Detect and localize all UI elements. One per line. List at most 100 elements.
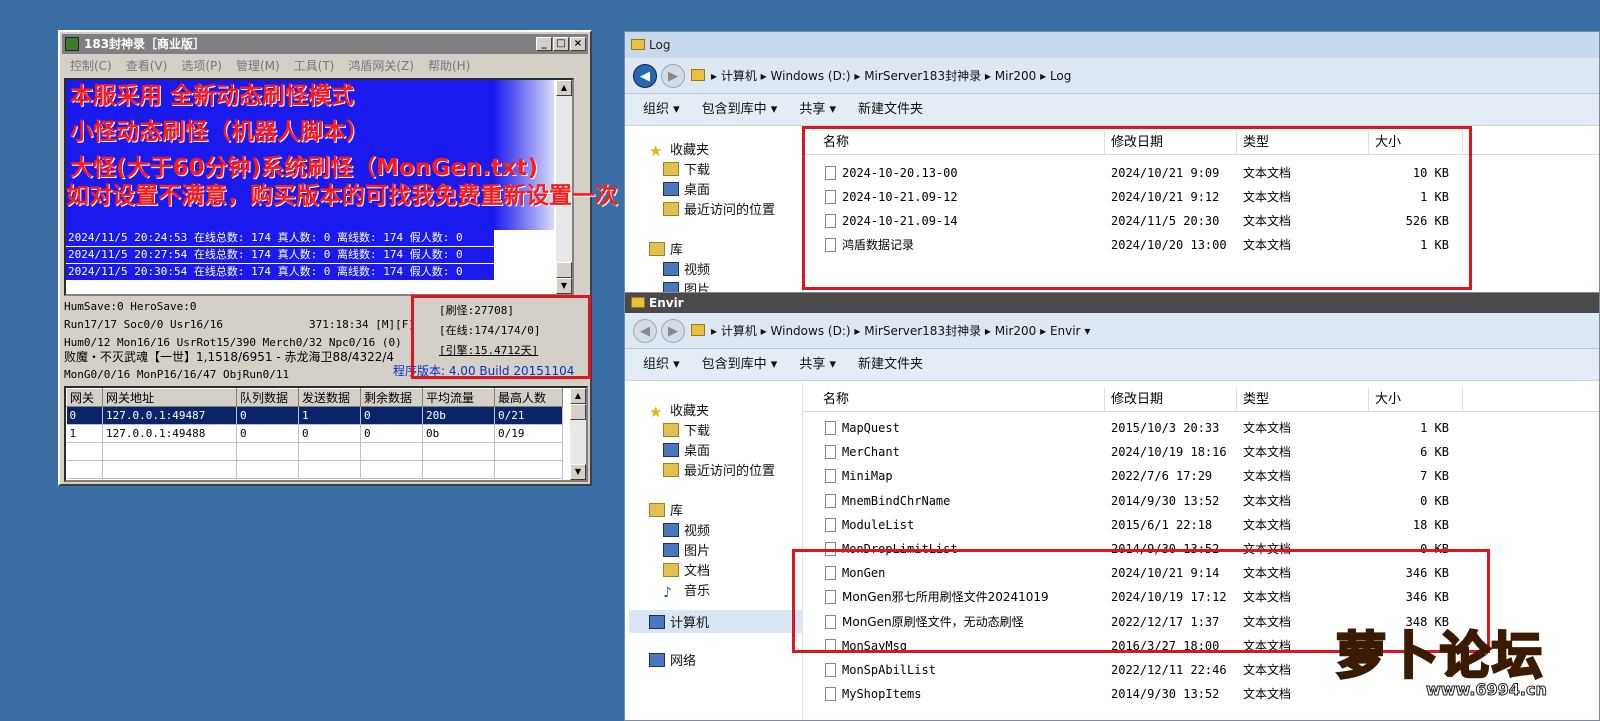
scroll-down-button[interactable]: ▼: [556, 278, 572, 294]
col-sent[interactable]: 发送数据: [298, 388, 361, 407]
star-icon: ★: [649, 403, 663, 421]
col-avg-traffic[interactable]: 平均流量: [422, 388, 495, 407]
crumb-drive[interactable]: Windows (D:): [771, 324, 851, 338]
forum-logo: 萝卜论坛 www.6994.cn: [1335, 612, 1558, 710]
col-size[interactable]: 大小: [1369, 388, 1463, 412]
crumb-server[interactable]: MirServer183封神录: [864, 69, 981, 83]
col-max-users[interactable]: 最高人数: [494, 388, 563, 407]
menu-options[interactable]: 选项(P): [181, 56, 222, 76]
col-address[interactable]: 网关地址: [102, 388, 237, 407]
col-date[interactable]: 修改日期: [1105, 388, 1237, 412]
server-window: 183封神录［商业版］ _ □ × 控制(C) 查看(V) 选项(P) 管理(M…: [58, 30, 592, 486]
share-button[interactable]: 共享 ▾: [799, 349, 836, 380]
app-icon: [65, 37, 79, 51]
maximize-button[interactable]: □: [553, 37, 569, 51]
crumb-drive[interactable]: Windows (D:): [771, 69, 851, 83]
envir-toolbar: 组织 ▾ 包含到库中 ▾ 共享 ▾ 新建文件夹: [625, 349, 1599, 381]
share-button[interactable]: 共享 ▾: [799, 94, 836, 125]
table-row[interactable]: 0 127.0.0.1:49487 0 1 0 20b 0/21: [66, 406, 563, 425]
back-button[interactable]: ◀: [633, 64, 657, 88]
col-remaining[interactable]: 剩余数据: [360, 388, 423, 407]
menu-view[interactable]: 查看(V): [126, 56, 168, 76]
nav-network[interactable]: 网络: [649, 650, 696, 669]
table-scrollbar[interactable]: ▲ ▼: [570, 388, 586, 480]
crumb-mir200[interactable]: Mir200: [995, 324, 1037, 338]
crumb-envir[interactable]: Envir: [1050, 324, 1081, 338]
crumb-computer[interactable]: 计算机: [721, 69, 757, 83]
text-file-icon: [825, 469, 836, 484]
include-library-button[interactable]: 包含到库中 ▾: [702, 349, 778, 380]
nav-downloads[interactable]: 下载: [663, 420, 710, 439]
minimize-button[interactable]: _: [536, 37, 552, 51]
include-library-button[interactable]: 包含到库中 ▾: [702, 94, 778, 125]
col-queue[interactable]: 队列数据: [236, 388, 299, 407]
back-button[interactable]: ◀: [633, 319, 657, 343]
organize-button[interactable]: 组织 ▾: [643, 94, 680, 125]
nav-music[interactable]: ♪ 音乐: [663, 580, 710, 600]
nav-desktop[interactable]: 桌面: [663, 440, 710, 459]
log-title-bar[interactable]: Log: [625, 32, 1599, 58]
desktop-icon: [663, 182, 679, 196]
crumb-mir200[interactable]: Mir200: [995, 69, 1037, 83]
nav-videos[interactable]: 视频: [663, 520, 710, 539]
list-item[interactable]: MerChant 2024/10/19 18:16 文本文档 6 KB: [803, 440, 1599, 464]
list-item[interactable]: MnemBindChrName 2014/9/30 13:52 文本文档 0 KB: [803, 489, 1599, 513]
music-icon: ♪: [663, 585, 672, 601]
log-line: 2024/11/5 20:27:54 在线总数: 174 真人数: 0 离线数:…: [66, 247, 494, 263]
col-type[interactable]: 类型: [1237, 388, 1369, 412]
nav-recent[interactable]: 最近访问的位置: [663, 199, 775, 218]
nav-libraries[interactable]: 库: [649, 239, 683, 258]
envir-window-title: Envir: [649, 296, 684, 310]
menu-help[interactable]: 帮助(H): [428, 56, 470, 76]
server-title: 183封神录［商业版］: [84, 37, 206, 51]
col-name[interactable]: 名称: [817, 388, 1105, 412]
menu-gateway[interactable]: 鸿盾网关(Z): [348, 56, 414, 76]
nav-downloads[interactable]: 下载: [663, 159, 710, 178]
nav-favorites[interactable]: ★ 收藏夹: [649, 139, 709, 159]
breadcrumb[interactable]: ▸ 计算机 ▸ Windows (D:) ▸ MirServer183封神录 ▸…: [711, 64, 1599, 88]
col-gateway[interactable]: 网关: [66, 388, 103, 407]
menu-manage[interactable]: 管理(M): [236, 56, 280, 76]
nav-computer[interactable]: 计算机: [629, 610, 803, 633]
crumb-server[interactable]: MirServer183封神录: [864, 324, 981, 338]
menu-control[interactable]: 控制(C): [70, 56, 112, 76]
close-button[interactable]: ×: [570, 37, 586, 51]
forward-button[interactable]: ▶: [661, 319, 685, 343]
breadcrumb[interactable]: ▸ 计算机 ▸ Windows (D:) ▸ MirServer183封神录 ▸…: [711, 319, 1599, 343]
scroll-thumb[interactable]: [570, 404, 586, 420]
organize-button[interactable]: 组织 ▾: [643, 349, 680, 380]
stat-line: Hum0/12 Mon16/16 UsrRot15/390 Merch0/32 …: [64, 336, 402, 349]
video-icon: [663, 523, 679, 537]
new-folder-button[interactable]: 新建文件夹: [858, 349, 923, 380]
nav-pictures[interactable]: 图片: [663, 279, 710, 292]
nav-videos[interactable]: 视频: [663, 259, 710, 278]
list-item[interactable]: MiniMap 2022/7/6 17:29 文本文档 7 KB: [803, 464, 1599, 488]
menu-tools[interactable]: 工具(T): [294, 56, 335, 76]
stats-highlight-box: [411, 295, 591, 379]
scroll-up-button[interactable]: ▲: [570, 388, 586, 404]
server-title-bar[interactable]: 183封神录［商业版］ _ □ ×: [62, 34, 588, 54]
nav-desktop[interactable]: 桌面: [663, 179, 710, 198]
scroll-down-button[interactable]: ▼: [570, 464, 586, 480]
envir-title-bar[interactable]: Envir: [625, 293, 1599, 313]
nav-documents[interactable]: 文档: [663, 560, 710, 579]
logo-text: 萝卜论坛: [1335, 626, 1544, 687]
nav-pictures[interactable]: 图片: [663, 540, 710, 559]
log-window-title: Log: [649, 38, 671, 52]
new-folder-button[interactable]: 新建文件夹: [858, 94, 923, 125]
list-item[interactable]: ModuleList 2015/6/1 22:18 文本文档 18 KB: [803, 513, 1599, 537]
list-item[interactable]: MapQuest 2015/10/3 20:33 文本文档 1 KB: [803, 416, 1599, 440]
nav-favorites[interactable]: ★ 收藏夹: [649, 400, 709, 421]
nav-recent[interactable]: 最近访问的位置: [663, 460, 775, 479]
text-file-icon: [825, 445, 836, 460]
text-file-icon: [825, 517, 836, 532]
table-row[interactable]: 1 127.0.0.1:49488 0 0 0 0b 0/19: [66, 424, 563, 443]
log-line: 2024/11/5 20:30:54 在线总数: 174 真人数: 0 离线数:…: [66, 264, 494, 280]
forward-button[interactable]: ▶: [661, 64, 685, 88]
stat-line: MonG0/0/16 MonP16/16/47 ObjRun0/11: [64, 368, 290, 381]
crumb-computer[interactable]: 计算机: [721, 324, 757, 338]
scroll-thumb[interactable]: [556, 262, 572, 278]
nav-libraries[interactable]: 库: [649, 500, 683, 519]
crumb-log[interactable]: Log: [1050, 69, 1071, 83]
scroll-up-button[interactable]: ▲: [556, 80, 572, 96]
